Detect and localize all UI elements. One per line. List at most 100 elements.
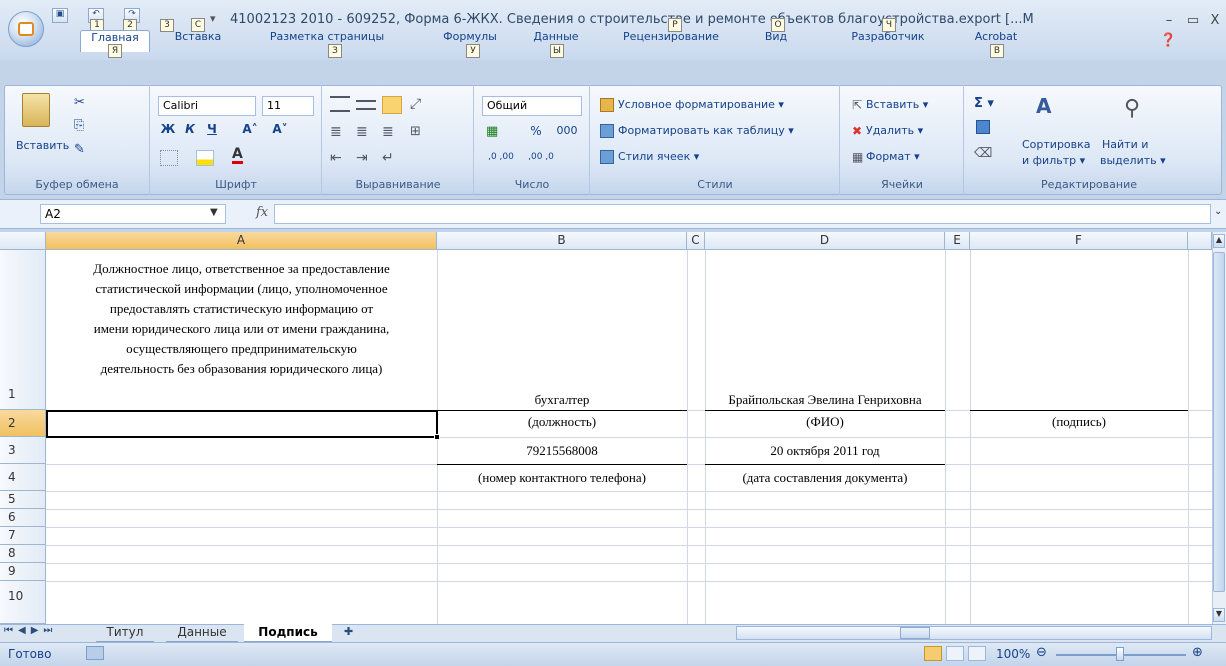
horizontal-scrollbar[interactable] xyxy=(736,626,1212,640)
italic-button[interactable]: К xyxy=(182,122,198,142)
align-left-icon[interactable]: ≣ xyxy=(330,124,342,140)
find-select-label-2[interactable]: выделить ▾ xyxy=(1100,154,1166,167)
paste-icon[interactable] xyxy=(22,93,50,127)
save-icon[interactable]: ▣ xyxy=(52,8,68,23)
align-bottom-icon[interactable] xyxy=(382,96,402,114)
align-middle-icon[interactable] xyxy=(356,100,376,110)
orientation-icon[interactable]: ⤢ xyxy=(410,96,421,112)
scroll-up-arrow-icon[interactable]: ▲ xyxy=(1213,234,1225,248)
cell-d4[interactable]: (дата составления документа) xyxy=(705,470,945,486)
qat-customize-icon[interactable]: ▾ xyxy=(210,12,216,25)
help-icon[interactable]: ❓ xyxy=(1160,33,1176,48)
bold-button[interactable]: Ж xyxy=(160,122,176,142)
format-as-table-button[interactable]: Форматировать как таблицу ▾ xyxy=(618,124,794,137)
row-header-1[interactable]: 1 xyxy=(0,250,46,410)
delete-cells-button[interactable]: Удалить ▾ xyxy=(866,124,923,137)
autosum-button[interactable]: Σ ▾ xyxy=(974,96,994,111)
format-cells-button[interactable]: Формат ▾ xyxy=(866,150,920,163)
column-header-f[interactable]: F xyxy=(970,232,1188,250)
increase-decimal-button[interactable]: ,0 ,00 xyxy=(484,152,518,172)
number-format-select[interactable]: Общий xyxy=(482,96,582,116)
vertical-scroll-thumb[interactable] xyxy=(1213,252,1225,592)
page-break-view-icon[interactable] xyxy=(968,646,986,661)
row-header-9[interactable]: 9 xyxy=(0,563,46,581)
column-header-a[interactable]: A xyxy=(46,232,437,250)
selected-cell-a2[interactable] xyxy=(46,410,438,438)
shrink-font-button[interactable]: A˅ xyxy=(268,122,292,142)
conditional-format-button[interactable]: Условное форматирование ▾ xyxy=(618,98,784,111)
find-select-label-1[interactable]: Найти и xyxy=(1102,138,1148,151)
row-header-4[interactable]: 4 xyxy=(0,464,46,491)
row-header-8[interactable]: 8 xyxy=(0,545,46,563)
name-box[interactable]: A2 xyxy=(40,204,226,224)
increase-indent-icon[interactable]: ⇥ xyxy=(356,150,368,166)
cell-d2[interactable]: (ФИО) xyxy=(705,414,945,430)
merge-center-icon[interactable]: ⊞ xyxy=(410,124,421,139)
column-header-d[interactable]: D xyxy=(705,232,945,250)
column-header-b[interactable]: B xyxy=(437,232,687,250)
sheet-nav-arrows-icon[interactable]: ⏮◀▶⏭ xyxy=(4,625,57,636)
font-name-select[interactable]: Calibri xyxy=(158,96,256,116)
underline-button[interactable]: Ч xyxy=(204,122,220,142)
page-layout-view-icon[interactable] xyxy=(946,646,964,661)
cell-b4[interactable]: (номер контактного телефона) xyxy=(437,470,687,486)
insert-function-button[interactable]: fx xyxy=(256,205,268,220)
sheet-tab-dannye[interactable]: Данные xyxy=(166,624,238,642)
column-header-c[interactable]: C xyxy=(687,232,705,250)
tab-page-layout[interactable]: Разметка страницы xyxy=(262,30,392,52)
insert-cells-button[interactable]: Вставить ▾ xyxy=(866,98,928,111)
borders-icon[interactable] xyxy=(160,150,178,166)
scroll-down-arrow-icon[interactable]: ▼ xyxy=(1213,608,1225,622)
insert-sheet-icon[interactable]: ✚ xyxy=(344,625,353,638)
cell-b3[interactable]: 79215568008 xyxy=(437,443,687,459)
currency-icon[interactable]: ▦ xyxy=(486,124,498,139)
thousands-button[interactable]: 000 xyxy=(552,124,582,144)
zoom-in-icon[interactable]: ⊕ xyxy=(1192,645,1203,660)
cell-f2[interactable]: (подпись) xyxy=(970,414,1188,430)
tab-review[interactable]: Рецензирование xyxy=(616,30,726,52)
clear-icon[interactable]: ⌫ xyxy=(974,146,992,161)
zoom-level[interactable]: 100% xyxy=(996,647,1030,661)
tab-view[interactable]: Вид xyxy=(756,30,796,52)
cell-styles-button[interactable]: Стили ячеек ▾ xyxy=(618,150,699,163)
expand-formula-bar-icon[interactable]: ⌄ xyxy=(1214,206,1222,217)
cell-d1[interactable]: Брайпольская Эвелина Генриховна xyxy=(687,392,963,408)
tab-insert[interactable]: Вставка xyxy=(166,30,230,52)
format-painter-icon[interactable]: ✎ xyxy=(74,142,85,157)
percent-button[interactable]: % xyxy=(526,124,546,144)
grow-font-button[interactable]: A˄ xyxy=(238,122,262,142)
column-header-g[interactable] xyxy=(1188,232,1212,250)
row-header-2[interactable]: 2 xyxy=(0,410,46,437)
sort-filter-label-1[interactable]: Сортировка xyxy=(1022,138,1091,151)
font-size-select[interactable]: 11 xyxy=(262,96,314,116)
fill-handle[interactable] xyxy=(434,434,440,440)
minimize-button[interactable]: – xyxy=(1162,13,1176,28)
normal-view-icon[interactable] xyxy=(924,646,942,661)
row-header-7[interactable]: 7 xyxy=(0,527,46,545)
decrease-indent-icon[interactable]: ⇤ xyxy=(330,150,342,166)
align-top-icon[interactable] xyxy=(330,96,350,112)
fill-color-icon[interactable] xyxy=(196,150,214,166)
copy-icon[interactable]: ⎘ xyxy=(74,118,84,133)
cell-b2[interactable]: (должность) xyxy=(437,414,687,430)
paste-button[interactable]: Вставить xyxy=(16,139,69,152)
horizontal-scroll-thumb[interactable] xyxy=(900,627,930,639)
cut-icon[interactable]: ✂ xyxy=(74,95,85,110)
cell-b1[interactable]: бухгалтер xyxy=(437,392,687,408)
macro-record-icon[interactable] xyxy=(86,646,104,660)
fill-icon[interactable] xyxy=(976,120,990,134)
column-header-e[interactable]: E xyxy=(945,232,970,250)
row-header-3[interactable]: 3 xyxy=(0,437,46,464)
font-color-icon[interactable]: A xyxy=(232,147,243,164)
align-right-icon[interactable]: ≣ xyxy=(382,124,394,140)
decrease-decimal-button[interactable]: ,00 ,0 xyxy=(524,152,558,172)
align-center-icon[interactable]: ≣ xyxy=(356,124,368,140)
select-all-button[interactable] xyxy=(0,232,46,250)
office-button[interactable] xyxy=(8,11,44,47)
zoom-out-icon[interactable]: ⊖ xyxy=(1036,645,1047,660)
maximize-button[interactable]: ▭ xyxy=(1186,13,1200,28)
row-header-6[interactable]: 6 xyxy=(0,509,46,527)
formula-input[interactable] xyxy=(274,204,1211,224)
sort-filter-label-2[interactable]: и фильтр ▾ xyxy=(1022,154,1085,167)
row-header-10[interactable]: 10 xyxy=(0,581,46,624)
